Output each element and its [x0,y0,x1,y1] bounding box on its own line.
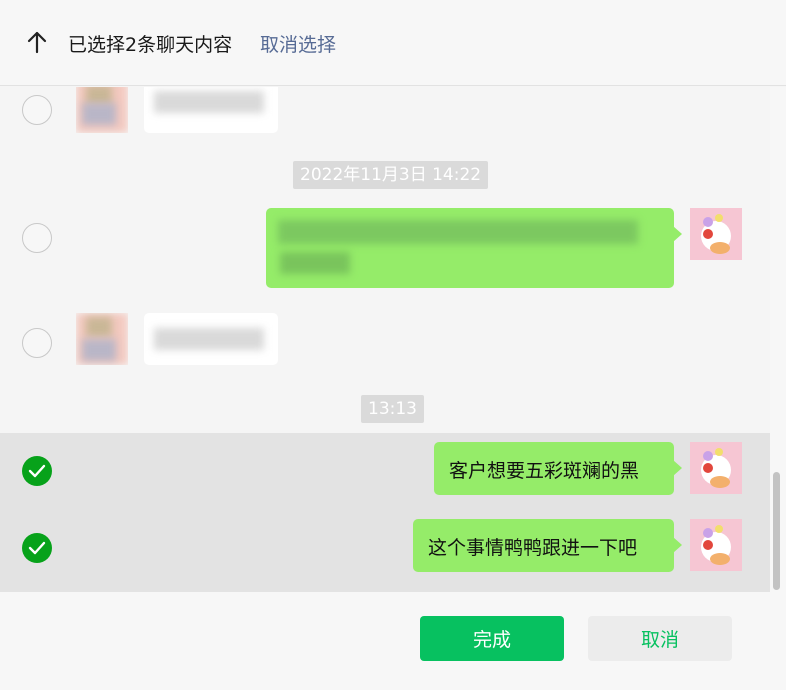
my-avatar[interactable] [690,519,742,571]
message-text: 这个事情鸭鸭跟进一下吧 [428,537,638,559]
chat-message-list[interactable]: 2022年11月3日 14:22 13:13 客户想要五彩斑斓的黑 这个事情鸭鸭… [0,87,786,592]
message-bubble-right [266,208,682,288]
message-bubble-right: 客户想要五彩斑斓的黑 [434,442,682,495]
action-footer: 完成 取消 [0,592,786,690]
message-bubble-right: 这个事情鸭鸭跟进一下吧 [413,519,682,572]
contact-avatar[interactable] [76,313,128,365]
contact-avatar[interactable] [76,87,128,133]
check-icon [28,541,46,555]
selection-count-title: 已选择2条聊天内容 [68,34,233,56]
message-text: 客户想要五彩斑斓的黑 [449,460,640,482]
selection-header: 已选择2条聊天内容 取消选择 [0,0,786,86]
my-avatar[interactable] [690,442,742,494]
check-icon [28,464,46,478]
chat-scrollbar[interactable] [770,87,786,592]
cancel-button[interactable]: 取消 [588,616,732,661]
message-select-radio[interactable] [22,328,52,358]
message-bubble-left [144,313,278,365]
cancel-selection-link[interactable]: 取消选择 [260,30,336,57]
message-select-radio[interactable] [22,223,52,253]
message-select-radio-checked[interactable] [22,456,52,486]
arrow-up-icon[interactable] [22,27,52,57]
done-button[interactable]: 完成 [420,616,564,661]
message-timestamp: 2022年11月3日 14:22 [293,161,489,189]
message-select-radio[interactable] [22,95,52,125]
message-bubble-left [144,87,278,133]
my-avatar[interactable] [690,208,742,260]
message-timestamp: 13:13 [361,395,424,423]
scrollbar-thumb[interactable] [773,472,780,590]
message-select-radio-checked[interactable] [22,533,52,563]
